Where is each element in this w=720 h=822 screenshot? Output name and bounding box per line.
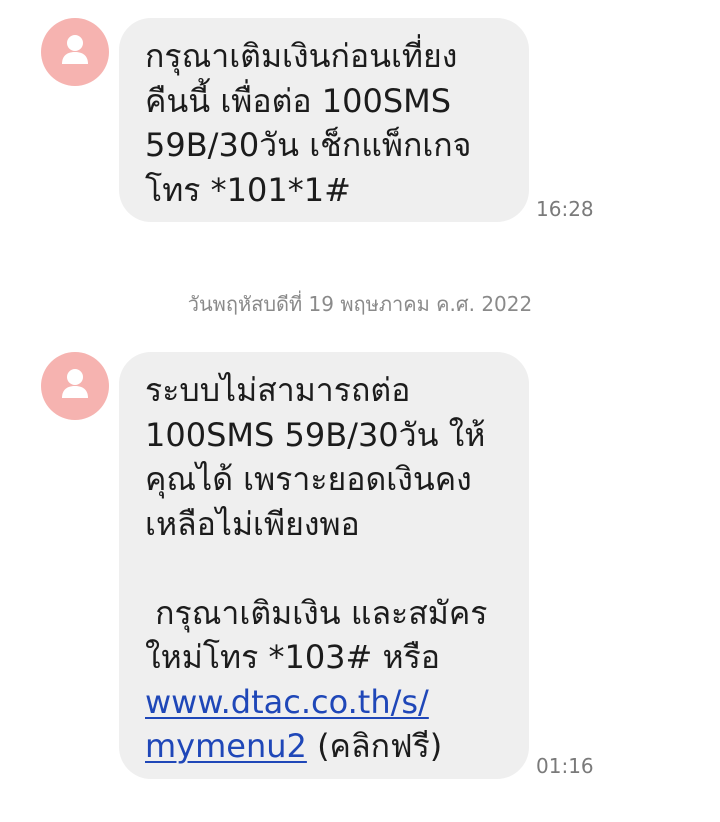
message-text-line: ระบบไม่สามารถต่อ: [145, 371, 411, 409]
message-timestamp: 01:16: [536, 754, 594, 778]
message-link-suffix: (คลิกฟรี): [306, 727, 443, 765]
message-text-line: คุณได้ เพราะยอดเงินคง: [145, 460, 472, 498]
message-text-line: คืนนี้ เพื่อต่อ 100SMS: [145, 81, 452, 120]
message-text-line: เหลือไม่เพียงพอ: [145, 504, 360, 543]
message-link-line: mymenu2 (คลิกฟรี): [145, 724, 509, 769]
message-link[interactable]: mymenu2: [145, 727, 307, 765]
message-bubble[interactable]: ระบบไม่สามารถต่อ 100SMS 59B/30วัน ให้ คุ…: [119, 352, 529, 779]
message-link[interactable]: www.dtac.co.th/s/: [145, 683, 429, 721]
message-text-line: โทร *101*1#: [145, 170, 351, 209]
message-text-line: กรุณาเติมเงินก่อนเที่ยง: [145, 37, 458, 75]
message-text-line: 100SMS 59B/30วัน ให้: [145, 415, 486, 454]
message-text-line: 59B/30วัน เช็กแพ็กเกจ: [145, 126, 472, 164]
message-link-line: www.dtac.co.th/s/: [145, 680, 509, 725]
sender-avatar[interactable]: [41, 352, 109, 420]
message-bubble[interactable]: กรุณาเติมเงินก่อนเที่ยง คืนนี้ เพื่อต่อ …: [119, 18, 529, 222]
message-timestamp: 16:28: [536, 197, 594, 221]
message-text-line: ใหม่โทร *103# หรือ: [145, 638, 441, 676]
person-icon: [62, 369, 88, 398]
message-text-line: กรุณาเติมเงิน และสมัคร: [145, 593, 488, 632]
sender-avatar[interactable]: [41, 18, 109, 86]
person-icon: [62, 35, 88, 64]
date-separator: วันพฤหัสบดีที่ 19 พฤษภาคม ค.ศ. 2022: [187, 292, 533, 316]
